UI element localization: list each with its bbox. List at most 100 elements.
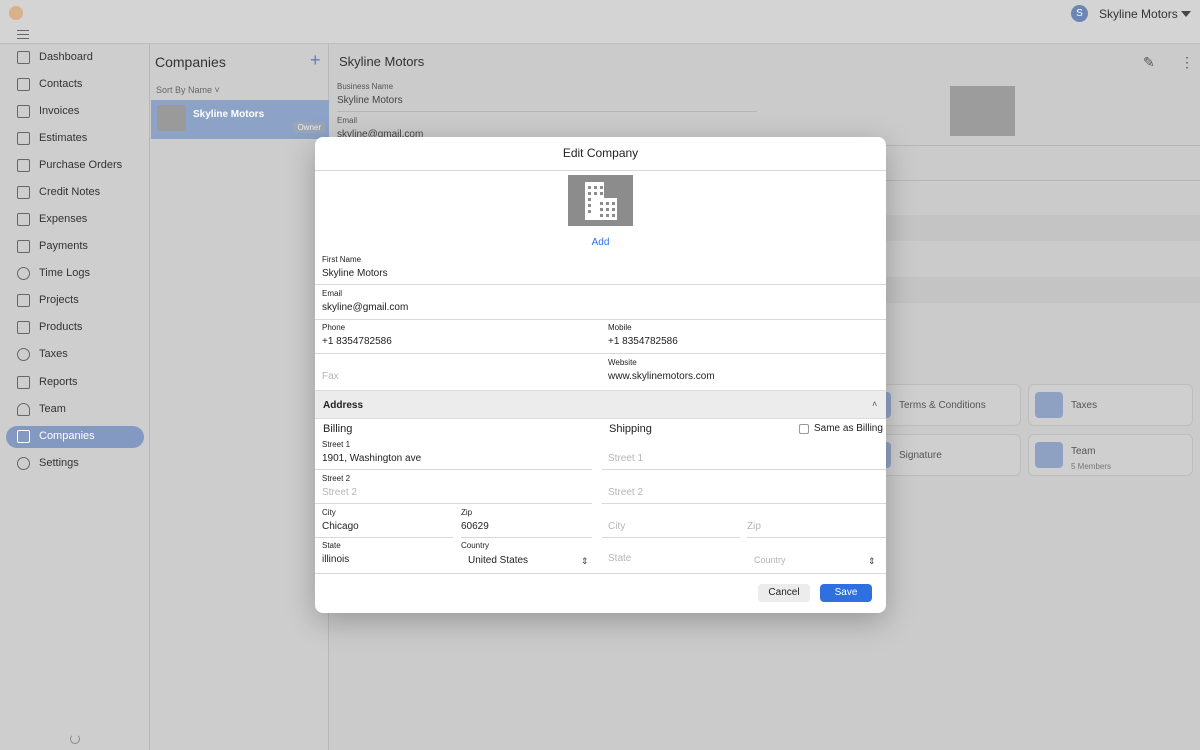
shipping-country-select[interactable]: Country	[754, 555, 786, 565]
sidebar-item-label: Payments	[39, 240, 88, 252]
section-header[interactable]	[885, 277, 1200, 303]
fax-field[interactable]: Fax	[322, 371, 339, 382]
chevron-down-icon[interactable]	[1181, 11, 1191, 17]
same-as-billing-checkbox[interactable]	[799, 424, 809, 434]
sidebar-item-projects[interactable]: Projects	[6, 290, 144, 312]
company-logo	[950, 86, 1015, 136]
billing-street2-field[interactable]: Street 2	[322, 487, 357, 498]
user-avatar[interactable]: S	[1071, 5, 1088, 22]
address-section-header[interactable]: Address ˄	[315, 390, 886, 419]
add-logo-link[interactable]: Add	[315, 237, 886, 248]
companies-list-pane: Companies + Sort By Name ˅ Skyline Motor…	[150, 44, 329, 750]
team-icon	[1035, 442, 1063, 468]
divider	[602, 503, 886, 504]
divider	[315, 353, 592, 354]
list-title: Companies	[155, 54, 226, 70]
email-field[interactable]: skyline@gmail.com	[322, 302, 408, 313]
divider	[315, 503, 592, 504]
status-badge: Owner	[293, 122, 325, 133]
billing-state-field[interactable]: illinois	[322, 554, 349, 565]
sidebar-item-label: Companies	[39, 430, 95, 442]
sidebar-item-label: Settings	[39, 457, 79, 469]
billing-street1-field[interactable]: 1901, Washington ave	[322, 453, 421, 464]
dialog-title: Edit Company	[562, 146, 639, 160]
sidebar-item-label: Invoices	[39, 105, 80, 117]
sidebar-item-label: Products	[39, 321, 83, 333]
add-company-button[interactable]: +	[310, 50, 321, 71]
tile-label: Terms & Conditions	[899, 400, 986, 411]
divider	[315, 319, 886, 320]
tile-taxes[interactable]: Taxes	[1028, 384, 1193, 426]
sidebar-item-expenses[interactable]: Expenses	[6, 209, 144, 231]
phone-field[interactable]: +1 8354782586	[322, 336, 392, 347]
sidebar-item-label: Expenses	[39, 213, 88, 225]
section-header[interactable]	[885, 215, 1200, 241]
sidebar-item-credit-notes[interactable]: Credit Notes	[6, 182, 144, 204]
shipping-street2-field[interactable]: Street 2	[608, 487, 643, 498]
sidebar-item-taxes[interactable]: Taxes	[6, 344, 144, 366]
website-field[interactable]: www.skylinemotors.com	[608, 371, 715, 382]
tile-team[interactable]: Team 5 Members	[1028, 434, 1193, 476]
divider	[315, 284, 886, 285]
divider	[315, 537, 453, 538]
refresh-icon[interactable]	[70, 734, 80, 744]
shipping-zip-field[interactable]: Zip	[747, 521, 761, 532]
tile-label: Taxes	[1071, 400, 1098, 411]
select-arrows-icon[interactable]: ⇕	[868, 556, 876, 567]
phone-label: Phone	[322, 323, 346, 332]
menu-icon[interactable]	[17, 30, 29, 39]
billing-country-select[interactable]: United States	[468, 555, 528, 566]
mobile-label: Mobile	[608, 323, 632, 332]
clock-icon	[17, 267, 30, 280]
divider	[885, 180, 1200, 181]
billing-zip-field[interactable]: 60629	[461, 521, 489, 532]
sidebar-item-label: Purchase Orders	[39, 159, 123, 171]
mobile-field[interactable]: +1 8354782586	[608, 336, 678, 347]
sidebar-item-invoices[interactable]: Invoices	[6, 101, 144, 123]
chevron-up-icon[interactable]: ˄	[872, 399, 877, 409]
sidebar-item-companies[interactable]: Companies	[6, 426, 144, 448]
app-logo-icon[interactable]	[9, 6, 23, 20]
shipping-city-field[interactable]: City	[608, 521, 625, 532]
tile-label: Team	[1071, 446, 1096, 457]
sidebar-item-label: Taxes	[39, 348, 68, 360]
sidebar-item-reports[interactable]: Reports	[6, 372, 144, 394]
sidebar-item-label: Time Logs	[39, 267, 90, 279]
first-name-field[interactable]: Skyline Motors	[322, 268, 388, 279]
select-arrows-icon[interactable]: ⇕	[581, 556, 589, 567]
sidebar-item-label: Estimates	[39, 132, 88, 144]
sidebar-item-estimates[interactable]: Estimates	[6, 128, 144, 150]
list-item[interactable]: Skyline Motors Owner	[151, 100, 329, 139]
credit-note-icon	[17, 186, 30, 199]
contacts-icon	[17, 78, 30, 91]
edit-icon[interactable]: ✎	[1143, 54, 1155, 71]
shipping-state-field[interactable]: State	[608, 553, 631, 564]
company-name: Skyline Motors	[193, 109, 265, 120]
business-name-label: Business Name	[337, 82, 394, 91]
shipping-street1-field[interactable]: Street 1	[608, 453, 643, 464]
save-button[interactable]: Save	[820, 584, 872, 602]
billing-country-label: Country	[461, 541, 490, 550]
sidebar-item-settings[interactable]: Settings	[6, 453, 144, 475]
sidebar-item-label: Credit Notes	[39, 186, 101, 198]
sidebar-item-contacts[interactable]: Contacts	[6, 74, 144, 96]
company-logo[interactable]	[568, 175, 633, 226]
sort-dropdown[interactable]: Sort By Name ˅	[156, 85, 220, 95]
sidebar-item-purchase-orders[interactable]: Purchase Orders	[6, 155, 144, 177]
sidebar-item-team[interactable]: Team	[6, 399, 144, 421]
sidebar-item-payments[interactable]: Payments	[6, 236, 144, 258]
billing-city-field[interactable]: Chicago	[322, 521, 359, 532]
cancel-button[interactable]: Cancel	[758, 584, 810, 602]
user-name[interactable]: Skyline Motors	[1099, 7, 1178, 21]
divider	[747, 537, 886, 538]
sidebar-item-products[interactable]: Products	[6, 317, 144, 339]
divider	[461, 537, 592, 538]
percent-icon	[1035, 392, 1063, 418]
cart-icon	[17, 159, 30, 172]
same-as-billing-label: Same as Billing	[814, 423, 883, 434]
sidebar-item-label: Reports	[39, 376, 78, 388]
more-icon[interactable]: ⋮	[1180, 54, 1194, 71]
email-label: Email	[337, 116, 358, 125]
sidebar-item-time-logs[interactable]: Time Logs	[6, 263, 144, 285]
sidebar-item-dashboard[interactable]: Dashboard	[6, 47, 144, 69]
